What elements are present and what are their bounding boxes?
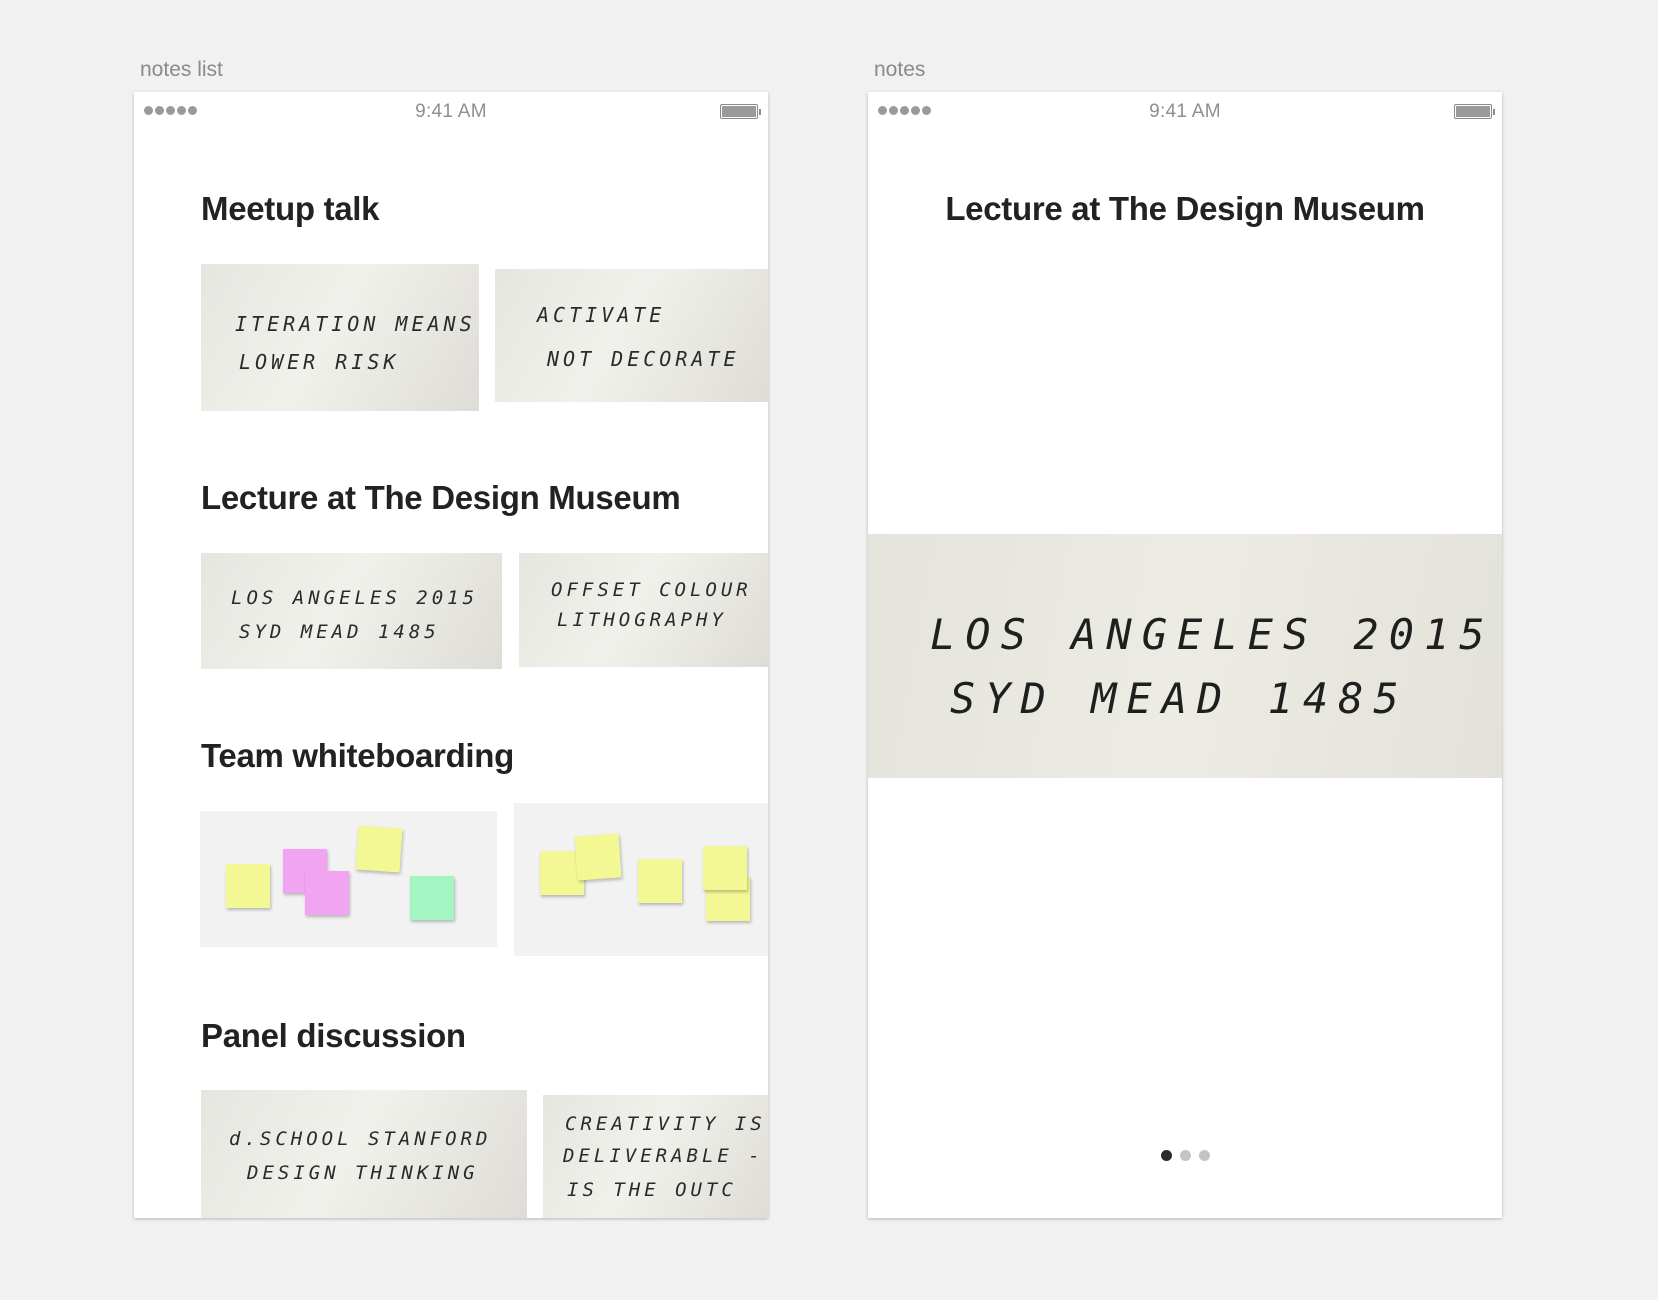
note-text: LOS ANGELES 2015 bbox=[930, 610, 1495, 659]
battery-icon bbox=[1454, 104, 1495, 119]
status-time: 9:41 AM bbox=[415, 101, 487, 122]
note-thumbnail[interactable] bbox=[200, 811, 497, 947]
note-text: DELIVERABLE - bbox=[563, 1145, 764, 1167]
status-time: 9:41 AM bbox=[1149, 101, 1221, 122]
sticky-note bbox=[703, 846, 747, 890]
note-image[interactable]: LOS ANGELES 2015 SYD MEAD 1485 bbox=[868, 534, 1502, 778]
note-thumbnail[interactable]: LOS ANGELES 2015 SYD MEAD 1485 bbox=[201, 553, 502, 669]
sticky-note bbox=[574, 833, 622, 881]
status-bar: 9:41 AM bbox=[868, 92, 1502, 128]
note-text: IS THE OUTC bbox=[567, 1179, 737, 1201]
sticky-note bbox=[638, 859, 682, 903]
note-thumbnail[interactable]: CREATIVITY IS DELIVERABLE - IS THE OUTC bbox=[543, 1095, 768, 1218]
note-text: LITHOGRAPHY bbox=[557, 609, 727, 631]
note-text: OFFSET COLOUR bbox=[551, 579, 752, 601]
note-detail-screen: 9:41 AM Lecture at The Design Museum LOS… bbox=[868, 92, 1502, 1218]
sticky-note bbox=[226, 864, 270, 908]
note-detail-title: Lecture at The Design Museum bbox=[945, 190, 1425, 227]
note-text: d.SCHOOL STANFORD bbox=[229, 1128, 492, 1150]
notes-artboard-label: notes bbox=[874, 58, 926, 81]
note-text: LOWER RISK bbox=[239, 350, 400, 374]
status-bar: 9:41 AM bbox=[134, 92, 768, 128]
section-title-team-whiteboarding: Team whiteboarding bbox=[201, 737, 515, 774]
note-text: SYD MEAD 1485 bbox=[239, 621, 440, 643]
section-title-panel-discussion: Panel discussion bbox=[201, 1017, 466, 1054]
note-thumbnail[interactable]: d.SCHOOL STANFORD DESIGN THINKING bbox=[201, 1090, 527, 1218]
note-text: ACTIVATE bbox=[537, 303, 666, 327]
note-text: NOT DECORATE bbox=[547, 347, 740, 371]
note-thumbnail[interactable]: OFFSET COLOUR LITHOGRAPHY bbox=[519, 553, 768, 667]
page-dot[interactable] bbox=[1160, 1150, 1172, 1161]
notes-list-screen: 9:41 AM Meetup talk ITERATION MEANS LOWE… bbox=[134, 92, 768, 1218]
note-text: LOS ANGELES 2015 bbox=[231, 587, 479, 609]
page-dot[interactable] bbox=[1198, 1150, 1210, 1161]
sticky-note bbox=[410, 876, 454, 920]
note-text: SYD MEAD 1485 bbox=[950, 674, 1409, 723]
sticky-note bbox=[305, 871, 349, 915]
section-title-lecture: Lecture at The Design Museum bbox=[201, 479, 681, 516]
note-thumbnail[interactable]: ITERATION MEANS LOWER RISK bbox=[201, 264, 479, 411]
battery-icon bbox=[720, 104, 761, 119]
notes-list-artboard-label: notes list bbox=[140, 58, 223, 81]
section-title-meetup-talk: Meetup talk bbox=[201, 190, 380, 227]
note-text: CREATIVITY IS bbox=[565, 1113, 766, 1135]
page-dot[interactable] bbox=[1179, 1150, 1191, 1161]
note-text: DESIGN THINKING bbox=[247, 1162, 479, 1184]
note-text: ITERATION MEANS bbox=[235, 312, 476, 336]
page-indicator[interactable] bbox=[868, 1150, 1502, 1161]
note-thumbnail[interactable] bbox=[514, 803, 768, 956]
note-thumbnail[interactable]: ACTIVATE NOT DECORATE bbox=[495, 269, 768, 402]
sticky-note bbox=[355, 825, 403, 873]
